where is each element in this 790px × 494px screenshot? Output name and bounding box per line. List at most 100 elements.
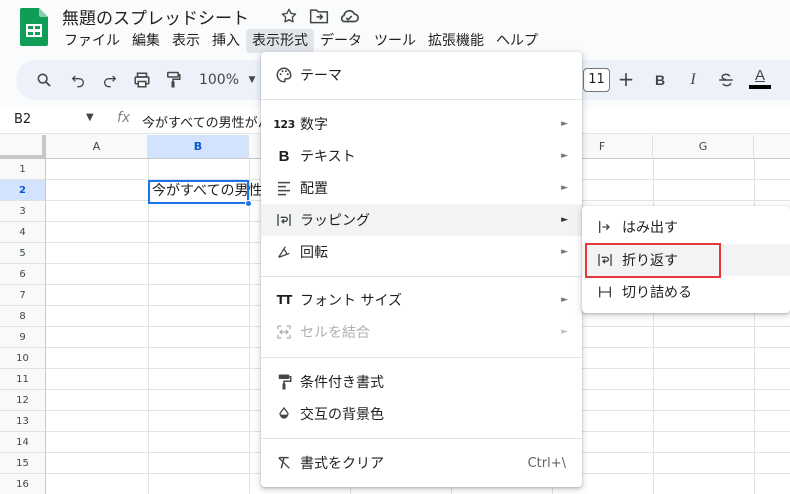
font-size-input[interactable]: 11	[583, 68, 610, 92]
menu-item-clear-formatting[interactable]: 書式をクリア Ctrl+\	[261, 447, 582, 479]
select-all-corner[interactable]	[0, 135, 46, 159]
menu-item-label: 書式をクリア	[300, 456, 384, 472]
menu-item-theme[interactable]: テーマ	[261, 59, 582, 91]
submenu-arrow-icon: ►	[561, 295, 568, 305]
menu-item-conditional-formatting[interactable]: 条件付き書式	[261, 366, 582, 398]
paint-format-icon[interactable]	[163, 70, 183, 90]
menu-item-rotation[interactable]: 回転 ►	[261, 236, 582, 268]
sheets-logo[interactable]	[20, 8, 48, 46]
submenu-item-label: はみ出す	[622, 220, 678, 236]
search-menus-icon[interactable]	[34, 70, 54, 90]
text-color-swatch	[749, 84, 771, 89]
submenu-item-clip[interactable]: 切り詰める	[582, 276, 790, 308]
menu-item-label: フォント サイズ	[300, 293, 403, 309]
menu-file[interactable]: ファイル	[58, 29, 126, 53]
submenu-arrow-icon: ►	[561, 247, 568, 257]
menu-data[interactable]: データ	[314, 29, 368, 53]
submenu-arrow-icon: ►	[561, 119, 568, 129]
submenu-arrow-icon: ►	[561, 183, 568, 193]
zoom-dropdown-icon[interactable]: ▼	[245, 70, 259, 90]
menu-edit[interactable]: 編集	[126, 29, 166, 53]
row-header-13[interactable]: 13	[0, 411, 46, 432]
submenu-item-label: 切り詰める	[622, 285, 692, 301]
row-header-15[interactable]: 15	[0, 453, 46, 474]
row-header-8[interactable]: 8	[0, 306, 46, 327]
format-menu: テーマ 123 数字 ► B テキスト ► 配置 ► ラッピング ► 回転 ► …	[261, 52, 582, 487]
undo-icon[interactable]	[68, 70, 88, 90]
menu-item-label: 回転	[300, 245, 328, 261]
cloud-status-icon[interactable]	[338, 6, 360, 26]
menu-item-number[interactable]: 123 数字 ►	[261, 108, 582, 140]
row-header-4[interactable]: 4	[0, 222, 46, 243]
submenu-item-overflow[interactable]: はみ出す	[582, 211, 790, 243]
fx-icon: fx	[117, 110, 131, 126]
menu-divider	[261, 357, 582, 358]
increase-font-size-icon[interactable]: +	[616, 67, 636, 91]
menu-item-label: 条件付き書式	[300, 375, 384, 391]
row-header-10[interactable]: 10	[0, 348, 46, 369]
menu-item-label: 交互の背景色	[300, 407, 384, 423]
title-actions	[278, 6, 360, 26]
row-header-12[interactable]: 12	[0, 390, 46, 411]
cell-b2[interactable]: 今がすべての男性	[148, 180, 262, 204]
row-header-5[interactable]: 5	[0, 243, 46, 264]
menu-divider	[261, 99, 582, 100]
name-box[interactable]: B2	[14, 112, 31, 127]
column-header-h[interactable]	[754, 135, 790, 159]
number-icon: 123	[273, 117, 295, 131]
menu-format[interactable]: 表示形式	[246, 29, 314, 53]
text-color-button[interactable]: A	[748, 66, 772, 90]
document-title[interactable]: 無題のスプレッドシート	[62, 4, 249, 29]
row-header-14[interactable]: 14	[0, 432, 46, 453]
merge-icon	[274, 322, 294, 342]
fill-handle[interactable]	[245, 200, 252, 207]
bold-button[interactable]: B	[650, 70, 670, 90]
menu-help[interactable]: ヘルプ	[490, 29, 544, 53]
formula-input[interactable]: 今がすべての男性がパ	[142, 112, 271, 131]
italic-button[interactable]: I	[683, 70, 703, 90]
star-icon[interactable]	[278, 6, 300, 26]
fill-drop-icon	[274, 404, 294, 424]
submenu-arrow-icon: ►	[561, 151, 568, 161]
text-color-label: A	[754, 66, 765, 84]
column-header-a[interactable]: A	[46, 135, 148, 159]
row-header-16[interactable]: 16	[0, 474, 46, 494]
bold-icon: B	[278, 147, 290, 165]
zoom-select[interactable]: 100%	[196, 70, 242, 90]
column-header-b[interactable]: B	[148, 135, 249, 159]
font-size-icon: TT	[276, 293, 293, 307]
menu-item-text[interactable]: B テキスト ►	[261, 140, 582, 172]
column-header-g[interactable]: G	[653, 135, 754, 159]
menu-item-label: テキスト	[300, 149, 356, 165]
redo-icon[interactable]	[100, 70, 120, 90]
menu-item-label: 配置	[300, 181, 328, 197]
menu-item-label: ラッピング	[300, 213, 370, 229]
highlight-annotation-box	[585, 243, 721, 278]
move-folder-icon[interactable]	[308, 6, 330, 26]
menu-extensions[interactable]: 拡張機能	[422, 29, 490, 53]
menu-item-font-size[interactable]: TT フォント サイズ ►	[261, 284, 582, 316]
row-header-3[interactable]: 3	[0, 201, 46, 222]
wrap-icon	[274, 210, 294, 230]
row-header-7[interactable]: 7	[0, 285, 46, 306]
align-icon	[274, 178, 294, 198]
name-box-dropdown-icon[interactable]: ▼	[86, 112, 94, 123]
overflow-icon	[595, 217, 615, 237]
strikethrough-icon[interactable]	[715, 70, 737, 90]
row-header-11[interactable]: 11	[0, 369, 46, 390]
menu-tools[interactable]: ツール	[368, 29, 422, 53]
menu-item-alignment[interactable]: 配置 ►	[261, 172, 582, 204]
menu-view[interactable]: 表示	[166, 29, 206, 53]
rotate-icon	[274, 242, 294, 262]
menu-item-alternating-colors[interactable]: 交互の背景色	[261, 398, 582, 430]
print-icon[interactable]	[131, 70, 153, 90]
row-header-9[interactable]: 9	[0, 327, 46, 348]
menu-insert[interactable]: 挿入	[206, 29, 246, 53]
submenu-arrow-icon: ►	[561, 327, 568, 337]
menubar: ファイル 編集 表示 挿入 表示形式 データ ツール 拡張機能 ヘルプ	[58, 29, 544, 53]
row-header-1[interactable]: 1	[0, 159, 46, 180]
row-header-2[interactable]: 2	[0, 180, 46, 201]
row-header-6[interactable]: 6	[0, 264, 46, 285]
menu-item-wrapping[interactable]: ラッピング ►	[261, 204, 582, 236]
shortcut-label: Ctrl+\	[527, 455, 566, 471]
